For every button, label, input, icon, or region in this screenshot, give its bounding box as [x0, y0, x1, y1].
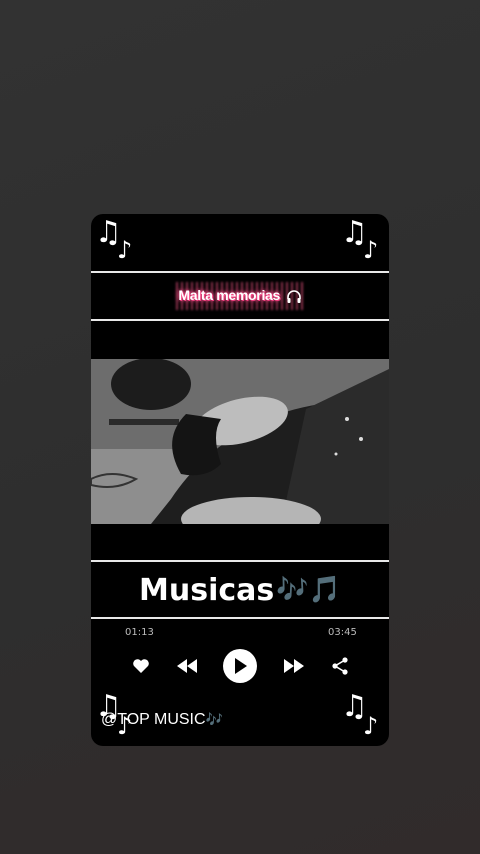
rewind-button[interactable] [175, 656, 199, 676]
heart-icon [133, 659, 149, 673]
player-controls [91, 648, 389, 684]
divider [91, 271, 389, 273]
fast-forward-icon [284, 659, 304, 673]
headline-text: Musicas [139, 572, 275, 608]
cover-photo-illustration [91, 359, 389, 524]
handle-text: @TOP MUSIC [101, 711, 206, 728]
banner-title-text: Malta memorias [178, 287, 281, 304]
like-button[interactable] [130, 656, 152, 676]
headline: Musicas 🎶🎵 [91, 564, 389, 616]
banner-title: Malta memorias [178, 287, 301, 304]
headphones-icon [286, 289, 301, 303]
play-icon [235, 658, 247, 674]
music-notes-emoji: 🎶 [205, 712, 223, 728]
account-handle[interactable]: @TOP MUSIC🎶 [101, 711, 223, 729]
music-note-icon: ♪ [363, 712, 379, 740]
music-note-icon: ♪ [117, 236, 133, 264]
rewind-icon [177, 659, 197, 673]
play-button[interactable] [223, 649, 257, 683]
share-button[interactable] [329, 656, 351, 676]
music-note-icon: ♪ [363, 236, 379, 264]
elapsed-time: 01:13 [125, 627, 154, 638]
fast-forward-button[interactable] [282, 656, 306, 676]
share-icon [332, 657, 348, 675]
divider [91, 617, 389, 619]
music-post-card: ♫ ♪ ♫ ♪ Malta memorias Musicas 🎶🎵 01:13 … [91, 214, 389, 746]
total-time: 03:45 [328, 627, 357, 638]
cover-photo [91, 359, 389, 524]
divider [91, 319, 389, 321]
banner: Malta memorias [91, 274, 389, 318]
music-notes-emoji: 🎶🎵 [276, 575, 341, 605]
divider [91, 560, 389, 562]
